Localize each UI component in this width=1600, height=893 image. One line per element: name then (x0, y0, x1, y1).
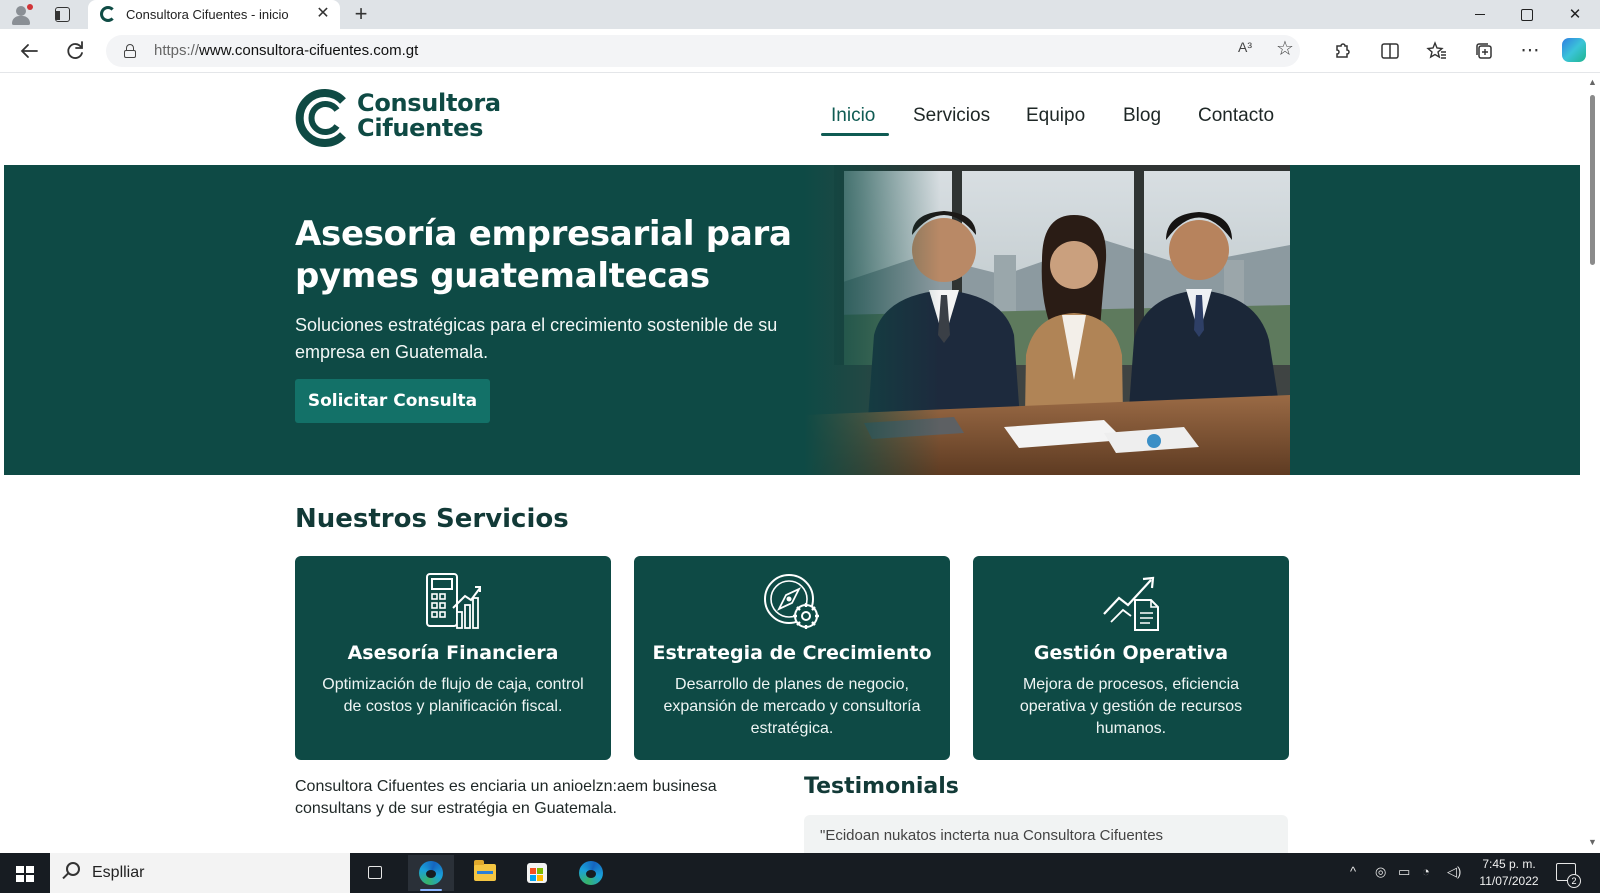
testimonials-title: Testimonials (804, 774, 959, 799)
calculator-chart-icon (426, 573, 481, 629)
hero-subtitle: Soluciones estratégicas para el crecimie… (295, 315, 778, 362)
service-card-operativa[interactable]: Gestión Operativa Mejora de procesos, ef… (973, 556, 1289, 760)
compass-gear-icon (764, 574, 819, 629)
service-card-description: Optimización de flujo de caja, control d… (322, 676, 584, 715)
hero-meeting-photo (804, 165, 1290, 475)
copilot-icon[interactable] (1562, 38, 1586, 62)
tab-close-button[interactable]: ✕ (314, 4, 332, 24)
task-view-icon[interactable] (352, 855, 398, 891)
service-card-description: Desarrollo de planes de negocio, expansi… (663, 676, 921, 737)
minimize-button[interactable] (1457, 0, 1503, 29)
clock-date: 11/07/2022 (1479, 874, 1539, 888)
service-card-crecimiento[interactable]: Estrategia de Crecimiento Desarrollo de … (634, 556, 950, 760)
profile-icon[interactable] (10, 4, 33, 26)
logo-text: Consultora Cifuentes (357, 89, 501, 142)
nav-servicios[interactable]: Servicios (913, 105, 990, 127)
taskbar-edge-icon[interactable] (408, 855, 454, 891)
tab-title: Consultora Cifuentes - inicio (126, 7, 289, 22)
site-favicon-icon (100, 6, 116, 22)
scroll-down-arrow-icon[interactable]: ▼ (1588, 837, 1597, 847)
clock-time: 7:45 p. m. (1482, 857, 1536, 871)
site-header: Consultora Cifuentes Inicio Servicios Eq… (0, 73, 1584, 165)
page-scrollbar[interactable]: ▲ ▼ (1584, 73, 1600, 853)
nav-active-underline (821, 133, 889, 136)
address-bar[interactable]: https://www.consultora-cifuentes.com.gt … (106, 35, 1300, 67)
taskbar-search-box[interactable]: Esplliar (50, 853, 350, 893)
service-card-title: Estrategia de Crecimiento (652, 642, 932, 664)
nav-contacto[interactable]: Contacto (1198, 105, 1274, 127)
volume-icon[interactable]: ◁) (1447, 864, 1461, 880)
favorites-icon[interactable] (1423, 37, 1451, 65)
logo-c-icon (295, 89, 346, 147)
testimonial-quote: "Ecidoan nukatos incterta nua Consultora… (820, 827, 1164, 844)
site-logo[interactable]: Consultora Cifuentes (294, 88, 534, 150)
hero-banner: Asesoría empresarial para pymes guatemal… (4, 165, 1580, 475)
hero-title: Asesoría empresarial para pymes guatemal… (295, 214, 792, 296)
restore-button[interactable] (1503, 0, 1549, 29)
about-paragraph: Consultora Cifuentes es enciaria un anio… (295, 778, 717, 817)
url-text[interactable]: https://www.consultora-cifuentes.com.gt (154, 42, 418, 59)
request-consultation-button[interactable]: Solicitar Consulta (295, 379, 490, 423)
windows-taskbar: Esplliar ^ ◎ ▭ ◔ ◁) 7:45 p. m. 11/07/202… (0, 853, 1600, 893)
extensions-puzzle-icon[interactable] (1328, 37, 1356, 65)
close-window-button[interactable]: ✕ (1552, 0, 1598, 29)
microsoft-store-icon[interactable] (514, 855, 560, 891)
growth-document-icon (1103, 576, 1159, 631)
browser-tab-active[interactable]: Consultora Cifuentes - inicio ✕ (88, 0, 340, 29)
nav-inicio[interactable]: Inicio (831, 105, 875, 127)
windows-start-icon[interactable] (16, 866, 34, 882)
service-card-financiera[interactable]: Asesoría Financiera Optimización de fluj… (295, 556, 611, 760)
favorite-star-icon[interactable]: ☆ (1276, 36, 1294, 61)
testimonial-card: "Ecidoan nukatos incterta nua Consultora… (804, 815, 1288, 853)
taskbar-clock[interactable]: 7:45 p. m. 11/07/2022 (1474, 856, 1544, 890)
refresh-icon[interactable] (61, 37, 89, 65)
taskbar-edge-icon-2[interactable] (568, 855, 614, 891)
split-screen-icon[interactable] (1376, 37, 1404, 65)
tray-app-icon[interactable]: ◎ (1375, 864, 1386, 880)
read-aloud-icon[interactable]: A³ (1238, 39, 1252, 55)
service-card-title: Asesoría Financiera (347, 642, 559, 664)
lock-icon[interactable] (124, 44, 136, 58)
page-viewport: Consultora Cifuentes Inicio Servicios Eq… (0, 73, 1600, 853)
notification-count-badge: 2 (1567, 874, 1581, 888)
search-icon (66, 862, 80, 876)
browser-toolbar: https://www.consultora-cifuentes.com.gt … (0, 29, 1600, 73)
scroll-up-arrow-icon[interactable]: ▲ (1588, 77, 1597, 87)
collections-icon[interactable] (1470, 37, 1498, 65)
file-explorer-icon[interactable] (462, 855, 508, 891)
new-tab-button[interactable]: + (350, 2, 372, 26)
network-icon[interactable]: ▭ (1398, 864, 1410, 880)
wifi-icon[interactable]: ◔ (1422, 864, 1430, 879)
tab-actions-icon[interactable] (55, 7, 70, 22)
more-options-icon[interactable]: ⋯ (1516, 37, 1544, 65)
service-card-title: Gestión Operativa (1033, 642, 1229, 664)
nav-equipo[interactable]: Equipo (1026, 105, 1085, 127)
services-section-title: Nuestros Servicios (295, 504, 569, 534)
back-arrow-icon[interactable] (15, 37, 43, 65)
tray-chevron-icon[interactable]: ^ (1350, 864, 1356, 879)
scroll-thumb[interactable] (1590, 95, 1595, 265)
service-card-description: Mejora de procesos, eficiencia operativa… (1019, 676, 1243, 737)
nav-blog[interactable]: Blog (1123, 105, 1161, 127)
browser-tab-bar: Consultora Cifuentes - inicio ✕ + ✕ (0, 0, 1600, 29)
taskbar-search-text: Esplliar (92, 864, 145, 881)
